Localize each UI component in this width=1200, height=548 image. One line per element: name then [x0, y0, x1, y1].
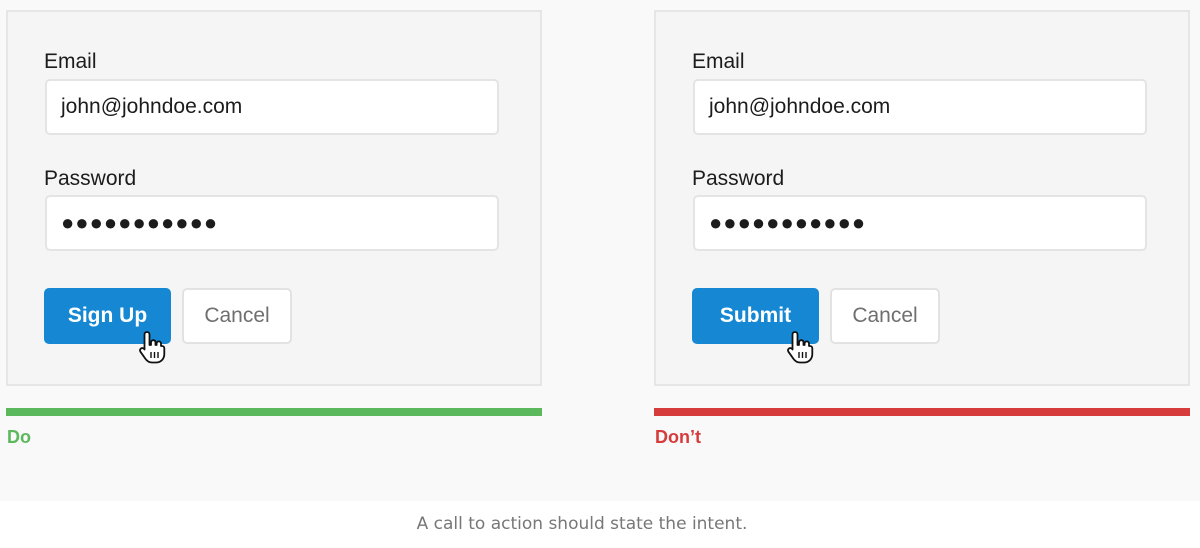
cancel-button[interactable]: Cancel	[830, 288, 940, 344]
email-value: john@johndoe.com	[709, 95, 891, 118]
password-value: ●●●●●●●●●●●	[61, 210, 219, 235]
do-verdict-label: Do	[7, 427, 31, 447]
password-value: ●●●●●●●●●●●	[709, 210, 867, 235]
hand-pointer-icon	[139, 331, 166, 364]
password-field[interactable]: ●●●●●●●●●●●	[45, 195, 499, 251]
hand-pointer-icon	[787, 331, 814, 364]
email-label: Email	[44, 50, 97, 73]
cancel-button[interactable]: Cancel	[182, 288, 292, 344]
dont-example: Email john@johndoe.com Password ●●●●●●●●…	[654, 10, 1190, 447]
do-indicator-bar	[6, 408, 542, 416]
password-label: Password	[692, 167, 785, 190]
caption: A call to action should state the intent…	[416, 514, 748, 534]
signup-form-card: Email john@johndoe.com Password ●●●●●●●●…	[6, 10, 542, 386]
email-value: john@johndoe.com	[61, 95, 243, 118]
email-field[interactable]: john@johndoe.com	[45, 79, 499, 135]
comparison-area: Email john@johndoe.com Password ●●●●●●●●…	[0, 0, 1200, 501]
email-label: Email	[692, 50, 745, 73]
dont-indicator-bar	[654, 408, 1190, 416]
password-label: Password	[44, 167, 137, 190]
submit-form-card: Email john@johndoe.com Password ●●●●●●●●…	[654, 10, 1190, 386]
do-example: Email john@johndoe.com Password ●●●●●●●●…	[6, 10, 542, 447]
dont-verdict-label: Don’t	[655, 427, 701, 447]
password-field[interactable]: ●●●●●●●●●●●	[693, 195, 1147, 251]
email-field[interactable]: john@johndoe.com	[693, 79, 1147, 135]
